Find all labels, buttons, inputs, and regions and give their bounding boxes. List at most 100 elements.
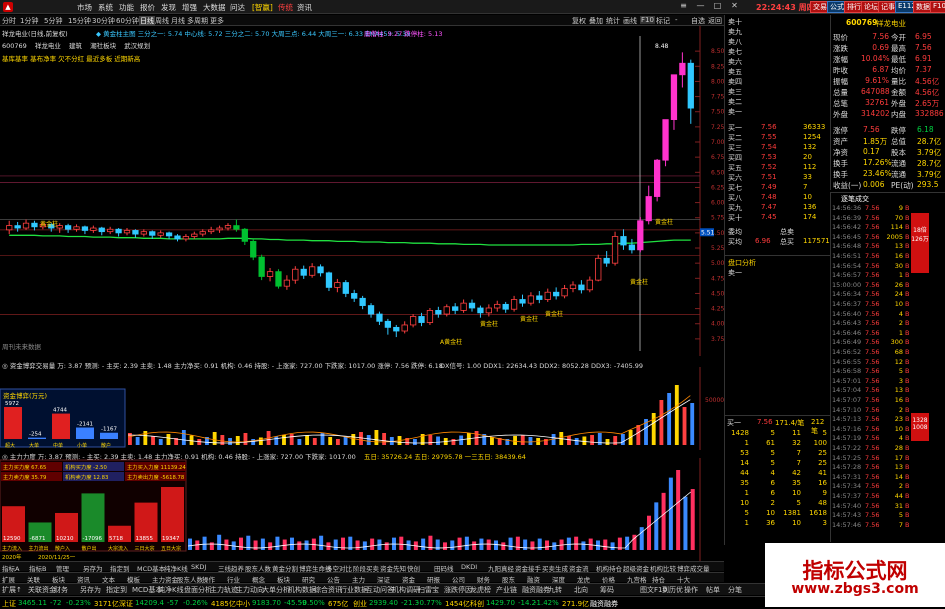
function-tab[interactable]: 涨跌停因 [444,585,472,595]
deal-side: B [905,453,910,462]
period-daily[interactable]: 日线 [139,16,155,26]
tool-back[interactable]: 返回 [708,16,722,26]
function-tab[interactable]: 指定到 [106,585,127,595]
deal-price: 7.56 [865,444,880,452]
function-tab[interactable]: 纯净K线 [158,585,184,595]
function-tab[interactable]: 互动问答 [366,585,394,595]
menu-item-function[interactable]: 功能 [119,2,134,13]
y-tick-label: 4.25 [711,306,724,313]
period-weekly[interactable]: 周线 [155,16,169,26]
function-tab[interactable]: 主力动向 [236,585,264,595]
period-monthly[interactable]: 月线 [171,16,185,26]
bigtable-title-right: 171.4/笔 [775,419,805,427]
fund-bar [667,393,672,445]
period-30min[interactable]: 30分钟 [92,16,115,26]
force-chart[interactable]: 主力买力度 67.65 机构买力度 -2.50 主力买入力度 11139.24 主力卖… [0,458,724,561]
period-5min[interactable]: 5分钟 [44,16,62,26]
candle-body [149,231,156,236]
function-tab[interactable]: 龙虎榜 [470,585,491,595]
ticker-index-name[interactable]: 科创 [470,599,484,609]
quote-label: 昨收 [833,66,848,75]
menu-item-traditional[interactable]: 传统 [278,2,293,13]
menu-item-market[interactable]: 市场 [77,2,92,13]
btn-f10[interactable]: F10 [930,1,945,13]
function-tab[interactable]: 扫雷宝 [418,585,439,595]
function-tab[interactable]: 另存为 [80,585,101,595]
force-bar [668,477,673,550]
menu-item-news[interactable]: 资讯 [297,2,312,13]
tool-fuquan[interactable]: 复权 [572,16,586,26]
tool-overlay[interactable]: 叠加 [589,16,603,26]
y-tick-label: 4.75 [711,275,724,282]
menu-icon[interactable]: ≡ [676,1,691,13]
app-logo-icon: ▲ [3,2,13,12]
ticker-index-name[interactable]: 上证 [2,599,16,609]
maximize-icon[interactable]: □ [710,1,725,13]
period-15min[interactable]: 15分钟 [68,16,91,26]
function-tab[interactable]: 九转 [548,585,562,595]
menu-item-zhiying[interactable]: [智赢] [252,2,273,13]
minimize-icon[interactable]: — [693,1,708,13]
candle-body [553,291,560,297]
ticker-index-name[interactable]: 深证 [119,599,133,609]
deal-volume: 300 [890,338,903,347]
side-tab[interactable]: 帖单 [706,585,720,595]
kline-chart[interactable]: 8.50 8.25 8.00 7.75 7.50 7.25 7.00 6.75 6.50 6.25… [0,26,724,356]
menu-item-bigdata[interactable]: 大数据 [203,2,226,13]
ticker-index-name[interactable]: 中小 [236,599,250,609]
menu-item-enhance[interactable]: 增强 [182,2,197,13]
tool-fav[interactable]: 自选 [691,16,705,26]
deal-price: 7.56 [865,242,880,251]
tool-mark[interactable]: 标记 [656,16,670,26]
close-icon[interactable]: ✕ [727,1,742,13]
tool-f10[interactable]: F10 [640,16,655,24]
function-tab[interactable]: 北向 [574,585,588,595]
deal-side: B [905,396,910,404]
function-tab[interactable]: 综合资讯 [314,585,342,595]
ticker-index-name[interactable]: 创业 [353,599,367,609]
function-tab[interactable]: 主力轨迹 [210,585,238,595]
function-tab[interactable]: 盘面分析 [184,585,212,595]
bigtable-cell: 61 [766,439,775,447]
tool-dash[interactable]: - [675,16,678,24]
candle-body [359,297,366,306]
period-multi[interactable]: 多周期 [187,16,208,26]
menu-item-system[interactable]: 系统 [98,2,113,13]
ticker-news[interactable]: 融资融券 [590,599,618,609]
side-tab[interactable]: 到历优 [662,585,683,595]
menu-item-quote[interactable]: 报价 [140,2,155,13]
menu-item-discover[interactable]: 发现 [161,2,176,13]
indicator-tab[interactable]: SKDJ [191,563,206,571]
pankou-tab[interactable]: 盘口分析 [728,258,756,268]
fund-inset-bar [4,407,22,439]
function-tab[interactable]: 行业数据 [340,585,368,595]
deal-time: 14:56:40 [832,309,862,318]
force-inset-label: 主力流出 [29,545,49,552]
period-fenshi[interactable]: 分时 [2,16,16,26]
function-tab[interactable]: 融资融券 [522,585,550,595]
fund-bar [335,439,340,445]
period-more[interactable]: 更多 [210,16,224,26]
function-tab[interactable]: 扩展↑ [2,585,22,595]
tool-stats[interactable]: 统计 [606,16,620,26]
deal-volume: 3 [898,376,903,385]
period-1min[interactable]: 1分钟 [20,16,38,26]
indicator-tab[interactable]: DKDI [461,563,477,571]
period-60min[interactable]: 60分钟 [116,16,139,26]
function-tab[interactable]: 机构调研 [392,585,420,595]
side-tab[interactable]: 操作 [684,585,698,595]
function-tab[interactable]: 机构数据 [288,585,316,595]
deal-side: B [905,520,910,529]
function-tab[interactable]: 产业链 [496,585,517,595]
menu-item-wenda[interactable]: 问达 [230,2,245,13]
function-tab[interactable]: 大单分析 [262,585,290,595]
fund-chart[interactable]: 50000 资金博弈(万元)5972 超大 -254 大单 4744 中单 -2141 小单 -1… [0,367,724,450]
tool-draw[interactable]: 画线 [623,16,637,26]
function-tab[interactable]: 关联资金 [28,585,56,595]
side-tab[interactable]: 分笔 [728,585,742,595]
function-tab[interactable]: 财务 [54,585,68,595]
function-tab[interactable]: 筹码 [600,585,614,595]
bigtable-cell: 4 [770,469,775,477]
bigtable-cell: 2 [770,499,775,507]
deals-title[interactable]: 逐笔成交 [841,194,869,204]
